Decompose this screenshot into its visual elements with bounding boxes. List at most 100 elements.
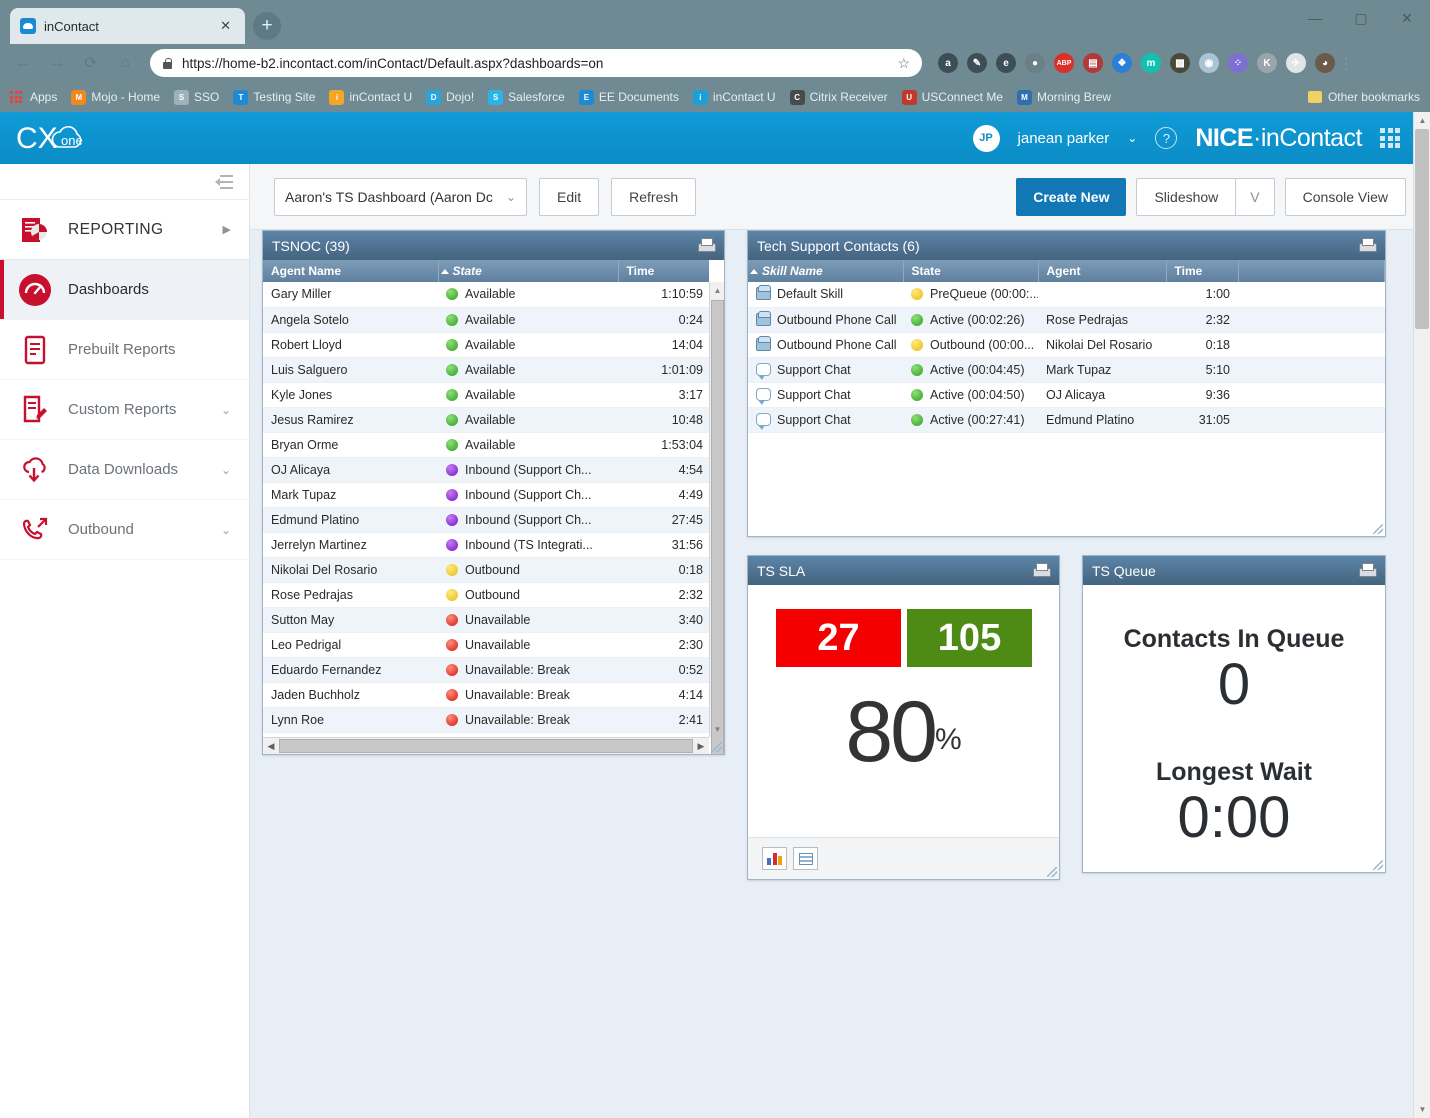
sidebar-item-reporting[interactable]: REPORTING ▶ bbox=[0, 200, 249, 260]
bar-chart-icon[interactable] bbox=[762, 847, 787, 870]
chevron-down-icon[interactable]: ⌄ bbox=[221, 403, 231, 417]
dots-extension[interactable]: ⁘ bbox=[1228, 53, 1248, 73]
table-row[interactable]: Robert Lloyd Available 14:04 bbox=[263, 332, 709, 358]
column-header-time[interactable]: Time bbox=[1166, 260, 1239, 282]
resize-handle[interactable] bbox=[1047, 867, 1057, 877]
table-row[interactable]: Leo Pedrigal Unavailable 2:30 bbox=[263, 632, 709, 658]
table-row[interactable]: Gary Miller Available 1:10:59 bbox=[263, 282, 709, 308]
edge-extension[interactable]: ◉ bbox=[1199, 53, 1219, 73]
table-row[interactable]: Outbound Phone Call Active (00:02:26) Rose… bbox=[748, 307, 1385, 333]
sidebar-item-data-downloads[interactable]: Data Downloads ⌄ bbox=[0, 440, 249, 500]
circle-extension[interactable]: ● bbox=[1025, 53, 1045, 73]
table-row[interactable]: Angela Sotelo Available 0:24 bbox=[263, 307, 709, 333]
bookmark-item[interactable]: Apps bbox=[10, 90, 57, 104]
dashboard-selector[interactable]: Aaron's TS Dashboard (Aaron Dc ⌄ bbox=[274, 177, 527, 216]
table-row[interactable]: Jerrelyn Martinez Inbound (TS Integrati..… bbox=[263, 532, 709, 558]
table-row[interactable]: Support Chat Active (00:27:41) Edmund Plat… bbox=[748, 407, 1385, 433]
table-row[interactable]: Default Skill PreQueue (00:00:... 1:00 bbox=[748, 282, 1385, 308]
table-row[interactable]: OJ Alicaya Inbound (Support Ch... 4:54 bbox=[263, 457, 709, 483]
bookmark-item[interactable]: S SSO bbox=[174, 89, 219, 105]
adblock-plus-extension[interactable]: ABP bbox=[1054, 53, 1074, 73]
scroll-left-icon[interactable]: ◀ bbox=[263, 738, 279, 754]
scroll-right-icon[interactable]: ▶ bbox=[693, 738, 709, 754]
bookmark-item[interactable]: U USConnect Me bbox=[901, 89, 1003, 105]
widget-tsnoc-hscrollbar[interactable]: ◀ ▶ bbox=[263, 737, 709, 754]
column-header-skill-name[interactable]: Skill Name bbox=[748, 260, 904, 282]
resize-handle[interactable] bbox=[1373, 524, 1383, 534]
table-row[interactable]: Eduardo Fernandez Unavailable: Break 0:52 bbox=[263, 657, 709, 683]
scroll-thumb[interactable] bbox=[711, 300, 724, 754]
eyedropper-extension[interactable]: ✎ bbox=[967, 53, 987, 73]
slideshow-button[interactable]: Slideshow bbox=[1136, 177, 1236, 216]
column-header-agent[interactable]: Agent bbox=[1038, 260, 1167, 282]
column-header-agent-name[interactable]: Agent Name bbox=[263, 260, 439, 282]
back-icon[interactable]: ← bbox=[8, 48, 38, 78]
sketch-extension[interactable]: ✈ bbox=[1286, 53, 1306, 73]
table-row[interactable]: Support Chat Active (00:04:50) OJ Alicaya 9… bbox=[748, 382, 1385, 408]
collapse-icon[interactable] bbox=[215, 174, 233, 189]
create-new-button[interactable]: Create New bbox=[1016, 177, 1127, 216]
chevron-right-icon[interactable]: ▶ bbox=[223, 223, 231, 236]
resize-handle[interactable] bbox=[712, 742, 722, 752]
console-view-button[interactable]: Console View bbox=[1284, 177, 1406, 216]
amazon-extension[interactable]: a bbox=[938, 53, 958, 73]
chevron-down-icon[interactable]: ⌄ bbox=[221, 523, 231, 537]
flag-extension[interactable]: ▤ bbox=[1083, 53, 1103, 73]
new-tab-button[interactable]: + bbox=[253, 12, 281, 40]
table-row[interactable]: Mark Tupaz Inbound (Support Ch... 4:49 bbox=[263, 482, 709, 508]
page-scrollbar[interactable]: ▲ ▼ bbox=[1413, 112, 1430, 1118]
other-bookmarks[interactable]: Other bookmarks bbox=[1307, 90, 1420, 104]
bookmark-item[interactable]: i inContact U bbox=[692, 89, 776, 105]
bookmark-item[interactable]: M Morning Brew bbox=[1017, 89, 1111, 105]
sidebar-item-dashboards[interactable]: Dashboards bbox=[0, 260, 249, 320]
mailchimp-extension[interactable]: m bbox=[1141, 53, 1161, 73]
profile-avatar[interactable]: ◕ bbox=[1315, 53, 1335, 73]
bookmark-item[interactable]: D Dojo! bbox=[426, 89, 474, 105]
printer-icon[interactable] bbox=[1358, 563, 1377, 578]
printer-icon[interactable] bbox=[697, 238, 716, 253]
printer-icon[interactable] bbox=[1358, 238, 1377, 253]
table-row[interactable]: Sutton May Unavailable 3:40 bbox=[263, 607, 709, 633]
refresh-button[interactable]: Refresh bbox=[611, 177, 697, 216]
sidebar-item-prebuilt-reports[interactable]: Prebuilt Reports bbox=[0, 320, 249, 380]
scroll-down-icon[interactable]: ▼ bbox=[710, 721, 724, 737]
dropbox-extension[interactable]: ❖ bbox=[1112, 53, 1132, 73]
column-header-state[interactable]: State bbox=[438, 260, 619, 282]
app-grid-icon[interactable] bbox=[1380, 128, 1400, 148]
bookmark-star-icon[interactable]: ☆ bbox=[897, 55, 910, 72]
reload-icon[interactable]: ⟳ bbox=[76, 48, 106, 78]
column-header-state[interactable]: State bbox=[903, 260, 1039, 282]
browser-tab[interactable]: inContact ✕ bbox=[10, 8, 245, 44]
table-row[interactable]: Luis Salguero Available 1:01:09 bbox=[263, 357, 709, 383]
address-bar[interactable]: https://home-b2.incontact.com/inContact/… bbox=[150, 49, 922, 77]
table-row[interactable]: Outbound Phone Call Outbound (00:00... Nik… bbox=[748, 332, 1385, 358]
slideshow-dropdown-icon[interactable]: V bbox=[1235, 177, 1275, 216]
home-icon[interactable]: ⌂ bbox=[110, 48, 140, 78]
table-row[interactable]: Nikolai Del Rosario Outbound 0:18 bbox=[263, 557, 709, 583]
bookmark-item[interactable]: C Citrix Receiver bbox=[789, 89, 888, 105]
chevron-down-icon[interactable]: ⌄ bbox=[221, 463, 231, 477]
table-row[interactable]: Bryan Orme Available 1:53:04 bbox=[263, 432, 709, 458]
column-header-time[interactable]: Time bbox=[618, 260, 709, 282]
table-row[interactable]: Edmund Platino Inbound (Support Ch... 27:4… bbox=[263, 507, 709, 533]
widget-tsnoc-vscrollbar[interactable]: ▲ ▼ bbox=[709, 282, 724, 754]
avatar[interactable]: JP bbox=[972, 124, 1000, 152]
table-row[interactable]: Support Chat Active (00:04:45) Mark Tupaz 5… bbox=[748, 357, 1385, 383]
table-row[interactable]: Rose Pedrajas Outbound 2:32 bbox=[263, 582, 709, 608]
evernote-extension[interactable]: e bbox=[996, 53, 1016, 73]
table-row[interactable]: Kyle Jones Available 3:17 bbox=[263, 382, 709, 408]
chrome-menu-icon[interactable]: ⋮ bbox=[1339, 55, 1354, 72]
edit-button[interactable]: Edit bbox=[539, 177, 600, 216]
bookmark-item[interactable]: M Mojo - Home bbox=[71, 89, 160, 105]
table-icon[interactable] bbox=[793, 847, 818, 870]
bookmark-item[interactable]: i inContact U bbox=[329, 89, 412, 105]
bookmark-item[interactable]: S Salesforce bbox=[488, 89, 565, 105]
bookmark-item[interactable]: E EE Documents bbox=[578, 89, 679, 105]
maximize-icon[interactable]: ▢ bbox=[1338, 0, 1384, 36]
scroll-down-icon[interactable]: ▼ bbox=[1414, 1101, 1430, 1118]
table-row[interactable]: Lynn Roe Unavailable: Break 2:41 bbox=[263, 707, 709, 733]
sidebar-item-custom-reports[interactable]: Custom Reports ⌄ bbox=[0, 380, 249, 440]
scroll-thumb-horizontal[interactable] bbox=[279, 739, 693, 753]
printer-icon[interactable] bbox=[1032, 563, 1051, 578]
scroll-up-icon[interactable]: ▲ bbox=[1414, 112, 1430, 129]
